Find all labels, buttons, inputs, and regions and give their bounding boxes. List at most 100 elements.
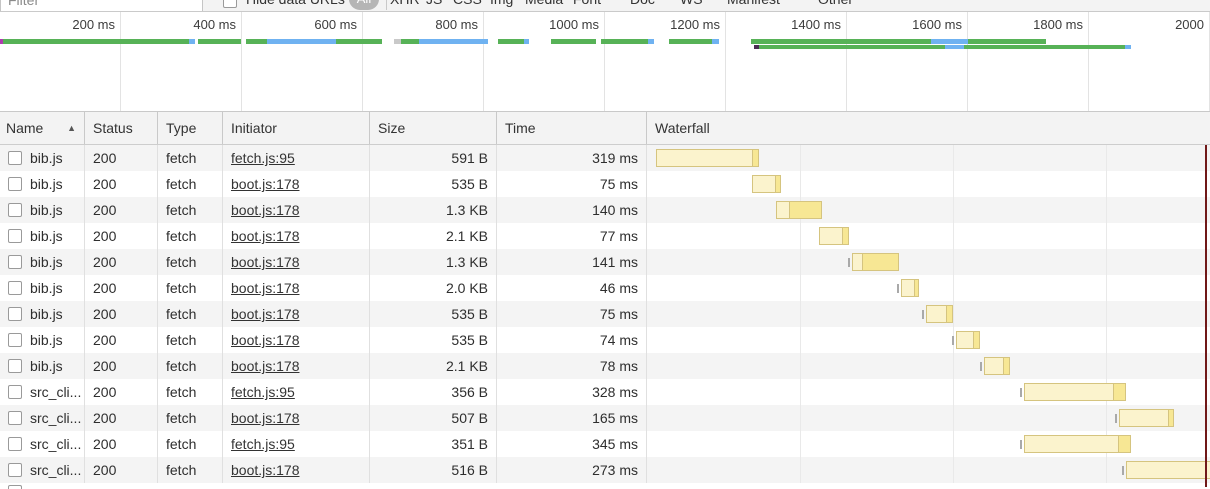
filter-type-other[interactable]: Other xyxy=(818,0,853,12)
filter-type-doc[interactable]: Doc xyxy=(630,0,655,12)
row-checkbox[interactable] xyxy=(8,151,22,165)
row-checkbox[interactable] xyxy=(8,411,22,425)
waterfall-download-segment xyxy=(775,176,780,192)
initiator-link[interactable]: boot.js:178 xyxy=(231,176,300,192)
column-header-status[interactable]: Status xyxy=(85,112,158,144)
filter-input[interactable]: Filter xyxy=(0,0,203,12)
table-row[interactable]: bib.js200fetchboot.js:1782.0 KB46 ms xyxy=(0,275,1210,301)
initiator-link[interactable]: boot.js:178 xyxy=(231,358,300,374)
network-table-body: bib.js200fetchfetch.js:95591 B319 msbib.… xyxy=(0,145,1210,487)
overview-activity-bar xyxy=(712,39,719,44)
overview-gridline xyxy=(725,12,726,111)
row-checkbox[interactable] xyxy=(8,385,22,399)
waterfall-gridline xyxy=(953,171,954,197)
column-header-time[interactable]: Time xyxy=(497,112,647,144)
row-checkbox[interactable] xyxy=(8,463,22,477)
table-row[interactable]: src_cli...200fetchboot.js:178516 B273 ms xyxy=(0,457,1210,483)
type-cell: fetch xyxy=(158,197,223,223)
waterfall-request-bar xyxy=(656,149,759,167)
name-cell: bib.js xyxy=(0,327,85,353)
waterfall-cell xyxy=(647,301,1210,327)
overview-gridline xyxy=(604,12,605,111)
column-header-waterfall[interactable]: Waterfall xyxy=(647,112,1210,144)
initiator-link[interactable]: boot.js:178 xyxy=(231,202,300,218)
filter-pill-all[interactable]: All xyxy=(349,0,379,10)
column-header-name[interactable]: Name▲ xyxy=(0,112,85,144)
initiator-link[interactable]: boot.js:178 xyxy=(231,410,300,426)
waterfall-request-bar xyxy=(776,201,822,219)
overview-activity-bar xyxy=(1125,45,1131,49)
table-row[interactable]: bib.js200fetchboot.js:1782.1 KB77 ms xyxy=(0,223,1210,249)
column-header-label: Time xyxy=(505,120,536,136)
table-row[interactable]: bib.js200fetchboot.js:178535 B75 ms xyxy=(0,171,1210,197)
table-row[interactable]: bib.js200fetchboot.js:178535 B75 ms xyxy=(0,301,1210,327)
table-row[interactable]: bib.js200fetchfetch.js:95591 B319 ms xyxy=(0,145,1210,171)
hide-data-urls-checkbox[interactable] xyxy=(223,0,237,8)
overview-activity-bar xyxy=(964,45,1125,49)
waterfall-gridline xyxy=(1106,275,1107,301)
filter-type-img[interactable]: Img xyxy=(490,0,513,12)
initiator-link[interactable]: boot.js:178 xyxy=(231,306,300,322)
waterfall-gridline xyxy=(800,171,801,197)
waterfall-queueing-tick xyxy=(922,310,924,319)
name-cell: bib.js xyxy=(0,171,85,197)
name-cell: bib.js xyxy=(0,145,85,171)
column-header-label: Size xyxy=(378,120,405,136)
initiator-cell: boot.js:178 xyxy=(223,249,370,275)
filter-type-xhr[interactable]: XHR xyxy=(390,0,420,12)
request-name: bib.js xyxy=(30,275,63,301)
row-checkbox[interactable] xyxy=(8,281,22,295)
table-row[interactable]: bib.js200fetchboot.js:1782.1 KB78 ms xyxy=(0,353,1210,379)
filter-type-font[interactable]: Font xyxy=(573,0,601,12)
overview-activity-bar xyxy=(267,39,336,44)
row-checkbox[interactable] xyxy=(8,437,22,451)
filter-type-js[interactable]: JS xyxy=(426,0,442,12)
devtools-network-panel: Filter Hide data URLs All XHR JS CSS Img Med… xyxy=(0,0,1210,489)
row-checkbox[interactable] xyxy=(8,255,22,269)
request-name: bib.js xyxy=(30,223,63,249)
initiator-cell: boot.js:178 xyxy=(223,405,370,431)
column-header-initiator[interactable]: Initiator xyxy=(223,112,370,144)
initiator-link[interactable]: boot.js:178 xyxy=(231,462,300,478)
initiator-link[interactable]: boot.js:178 xyxy=(231,254,300,270)
waterfall-gridline xyxy=(800,353,801,379)
filter-type-manifest[interactable]: Manifest xyxy=(727,0,780,12)
table-row[interactable]: bib.js200fetchboot.js:1781.3 KB141 ms xyxy=(0,249,1210,275)
name-cell: bib.js xyxy=(0,301,85,327)
status-cell: 200 xyxy=(85,145,158,171)
overview-activity-bar xyxy=(419,39,488,44)
column-header-size[interactable]: Size xyxy=(370,112,497,144)
filter-type-media[interactable]: Media xyxy=(525,0,563,12)
filter-type-ws[interactable]: WS xyxy=(680,0,703,12)
initiator-link[interactable]: fetch.js:95 xyxy=(231,384,295,400)
waterfall-cell xyxy=(647,405,1210,431)
initiator-link[interactable]: boot.js:178 xyxy=(231,332,300,348)
waterfall-request-bar xyxy=(852,253,899,271)
filter-type-css[interactable]: CSS xyxy=(453,0,482,12)
waterfall-request-bar xyxy=(926,305,953,323)
initiator-link[interactable]: boot.js:178 xyxy=(231,228,300,244)
row-checkbox[interactable] xyxy=(8,307,22,321)
initiator-link[interactable]: fetch.js:95 xyxy=(231,150,295,166)
waterfall-waiting-segment xyxy=(1120,410,1168,426)
initiator-link[interactable]: fetch.js:95 xyxy=(231,436,295,452)
row-checkbox[interactable] xyxy=(8,333,22,347)
row-checkbox[interactable] xyxy=(8,203,22,217)
size-cell: 356 B xyxy=(370,379,497,405)
column-header-type[interactable]: Type xyxy=(158,112,223,144)
table-row[interactable]: src_cli...200fetchfetch.js:95356 B328 ms xyxy=(0,379,1210,405)
network-overview-timeline[interactable]: 200 ms400 ms600 ms800 ms1000 ms1200 ms14… xyxy=(0,12,1210,112)
initiator-link[interactable]: boot.js:178 xyxy=(231,280,300,296)
column-header-label: Status xyxy=(93,120,133,136)
row-checkbox[interactable] xyxy=(8,359,22,373)
table-row[interactable]: src_cli...200fetchboot.js:178507 B165 ms xyxy=(0,405,1210,431)
table-row[interactable]: bib.js200fetchboot.js:1781.3 KB140 ms xyxy=(0,197,1210,223)
size-cell: 535 B xyxy=(370,301,497,327)
row-checkbox[interactable] xyxy=(8,229,22,243)
row-checkbox[interactable] xyxy=(8,177,22,191)
type-cell: fetch xyxy=(158,457,223,483)
overview-activity-bar xyxy=(246,39,267,44)
hide-data-urls-label[interactable]: Hide data URLs xyxy=(246,0,345,12)
table-row[interactable]: src_cli...200fetchfetch.js:95351 B345 ms xyxy=(0,431,1210,457)
table-row[interactable]: bib.js200fetchboot.js:178535 B74 ms xyxy=(0,327,1210,353)
